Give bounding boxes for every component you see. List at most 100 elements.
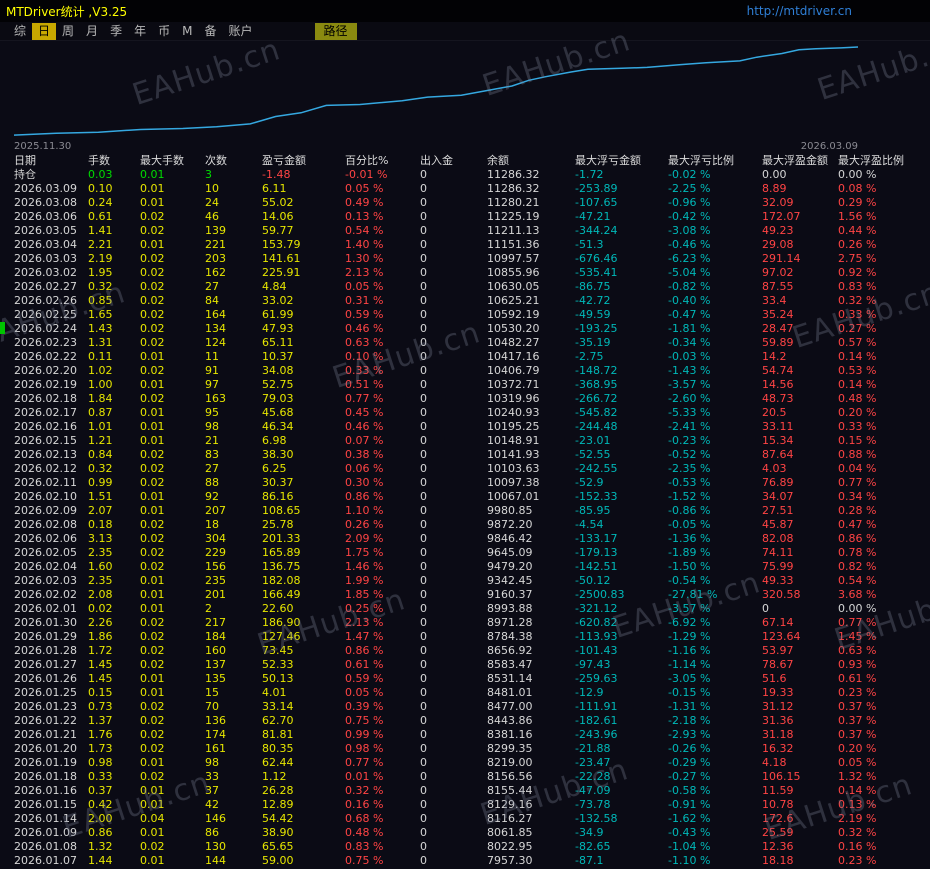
table-row[interactable]: 2026.02.27 0.32 0.02 27 4.84 0.05 % 0 10630.05 -… [0, 280, 930, 294]
cell-percent: 0.26 % [345, 518, 384, 531]
cell-count: 135 [205, 672, 226, 685]
table-row[interactable]: 2026.01.22 1.37 0.02 136 62.70 0.75 % 0 8443.86… [0, 714, 930, 728]
cell-date: 2026.02.23 [14, 336, 77, 349]
cell-date: 2026.02.02 [14, 588, 77, 601]
table-row[interactable]: 2026.03.02 1.95 0.02 162 225.91 2.13 % 0 10855.… [0, 266, 930, 280]
table-row[interactable]: 2026.01.28 1.72 0.02 160 73.45 0.86 % 0 8656.92… [0, 644, 930, 658]
menu-item-currency[interactable]: 币 [152, 23, 176, 40]
cell-date: 2026.02.17 [14, 406, 77, 419]
menu-item-day[interactable]: 日 [32, 22, 57, 40]
menu-item-summary[interactable]: 综 [8, 23, 32, 40]
cell-deposit: 0 [420, 812, 427, 825]
table-row[interactable]: 2026.01.30 2.26 0.02 217 186.90 2.13 % 0 8971.2… [0, 616, 930, 630]
table-row[interactable]: 2026.01.09 0.86 0.01 86 38.90 0.48 % 0 8061.85 -… [0, 826, 930, 840]
cell-percent: 0.16 % [345, 798, 384, 811]
menu-item-week[interactable]: 周 [56, 23, 80, 40]
cell-max-float-profit-pct: 0.37 % [838, 728, 877, 741]
table-row[interactable]: 2026.02.13 0.84 0.02 83 38.30 0.38 % 0 10141.93… [0, 448, 930, 462]
table-row[interactable]: 2026.02.24 1.43 0.02 134 47.93 0.46 % 0 10530.2… [0, 322, 930, 336]
table-row[interactable]: 2026.01.08 1.32 0.02 130 65.65 0.83 % 0 8022.95… [0, 840, 930, 854]
table-row[interactable]: 2026.02.17 0.87 0.01 95 45.68 0.45 % 0 10240.93… [0, 406, 930, 420]
cell-percent: 2.13 % [345, 616, 384, 629]
cell-max-float-profit-pct: 0.26 % [838, 238, 877, 251]
cell-max-float-loss: -545.82 [575, 406, 618, 419]
cell-percent: 0.99 % [345, 728, 384, 741]
table-row[interactable]: 2026.02.16 1.01 0.01 98 46.34 0.46 % 0 10195.25… [0, 420, 930, 434]
table-row[interactable]: 2026.03.09 0.10 0.01 10 6.11 0.05 % 0 11286.32 -… [0, 182, 930, 196]
cell-pnl: 86.16 [262, 490, 294, 503]
table-row[interactable]: 2026.02.01 0.02 0.01 2 22.60 0.25 % 0 8993.88 -3… [0, 602, 930, 616]
cell-balance: 10530.20 [487, 322, 540, 335]
table-row[interactable]: 2026.01.15 0.42 0.01 42 12.89 0.16 % 0 8129.16 -… [0, 798, 930, 812]
cell-max-float-profit-pct: 0.93 % [838, 658, 877, 671]
table-row[interactable]: 2026.02.04 1.60 0.02 156 136.75 1.46 % 0 9479.2… [0, 560, 930, 574]
menu-item-backup[interactable]: 备 [198, 23, 222, 40]
table-row[interactable]: 2026.02.06 3.13 0.02 304 201.33 2.09 % 0 9846.4… [0, 532, 930, 546]
menu-item-m[interactable]: M [176, 23, 198, 40]
table-row[interactable]: 2026.01.18 0.33 0.02 33 1.12 0.01 % 0 8156.56 -2… [0, 770, 930, 784]
cell-date: 2026.01.20 [14, 742, 77, 755]
cell-max-float-profit: 32.09 [762, 196, 794, 209]
table-row[interactable]: 2026.02.05 2.35 0.02 229 165.89 1.75 % 0 9645.0… [0, 546, 930, 560]
cell-date: 2026.02.27 [14, 280, 77, 293]
cell-percent: 0.68 % [345, 812, 384, 825]
cell-max-float-profit: 20.5 [762, 406, 787, 419]
table-row[interactable]: 2026.01.14 2.00 0.04 146 54.42 0.68 % 0 8116.27… [0, 812, 930, 826]
cell-max-float-profit-pct: 0.00 % [838, 602, 877, 615]
cell-deposit: 0 [420, 644, 427, 657]
cell-lots: 2.35 [88, 574, 113, 587]
cell-max-float-profit: 31.12 [762, 700, 794, 713]
cell-pnl: 141.61 [262, 252, 301, 265]
table-row[interactable]: 2026.02.15 1.21 0.01 21 6.98 0.07 % 0 10148.91 -… [0, 434, 930, 448]
table-row[interactable]: 2026.02.11 0.99 0.02 88 30.37 0.30 % 0 10097.38… [0, 476, 930, 490]
table-row[interactable]: 2026.01.29 1.86 0.02 184 127.46 1.47 % 0 8784.3… [0, 630, 930, 644]
menu-item-quarter[interactable]: 季 [104, 23, 128, 40]
website-link[interactable]: http://mtdriver.cn [747, 4, 852, 18]
path-button[interactable]: 路径 [314, 22, 357, 40]
cell-date: 2026.01.28 [14, 644, 77, 657]
table-row[interactable]: 2026.01.07 1.44 0.01 144 59.00 0.75 % 0 7957.30… [0, 854, 930, 868]
cell-date: 2026.02.01 [14, 602, 77, 615]
cell-max-float-profit: 67.14 [762, 616, 794, 629]
table-row[interactable]: 2026.02.12 0.32 0.02 27 6.25 0.06 % 0 10103.63 -… [0, 462, 930, 476]
table-row[interactable]: 持仓 0.03 0.01 3 -1.48 -0.01 % 0 11286.32 -1.72 -0.… [0, 168, 930, 182]
table-row[interactable]: 2026.02.08 0.18 0.02 18 25.78 0.26 % 0 9872.20 -… [0, 518, 930, 532]
table-row[interactable]: 2026.02.25 1.65 0.02 164 61.99 0.59 % 0 10592.1… [0, 308, 930, 322]
table-row[interactable]: 2026.03.06 0.61 0.02 46 14.06 0.13 % 0 11225.19… [0, 210, 930, 224]
cell-balance: 9980.85 [487, 504, 533, 517]
cell-lots: 0.33 [88, 770, 113, 783]
menu-item-month[interactable]: 月 [80, 23, 104, 40]
table-row[interactable]: 2026.02.26 0.85 0.02 84 33.02 0.31 % 0 10625.21… [0, 294, 930, 308]
table-row[interactable]: 2026.03.05 1.41 0.02 139 59.77 0.54 % 0 11211.1… [0, 224, 930, 238]
cell-count: 46 [205, 210, 219, 223]
table-row[interactable]: 2026.02.19 1.00 0.01 97 52.75 0.51 % 0 10372.71… [0, 378, 930, 392]
table-row[interactable]: 2026.01.19 0.98 0.01 98 62.44 0.77 % 0 8219.00 -… [0, 756, 930, 770]
table-row[interactable]: 2026.01.26 1.45 0.01 135 50.13 0.59 % 0 8531.14… [0, 672, 930, 686]
cell-percent: 0.32 % [345, 784, 384, 797]
cell-max-float-loss: -620.82 [575, 616, 618, 629]
cell-count: 33 [205, 770, 219, 783]
menu-item-account[interactable]: 账户 [222, 23, 258, 40]
table-row[interactable]: 2026.02.10 1.51 0.01 92 86.16 0.86 % 0 10067.01… [0, 490, 930, 504]
table-row[interactable]: 2026.02.09 2.07 0.01 207 108.65 1.10 % 0 9980.8… [0, 504, 930, 518]
table-row[interactable]: 2026.02.18 1.84 0.02 163 79.03 0.77 % 0 10319.9… [0, 392, 930, 406]
table-row[interactable]: 2026.02.23 1.31 0.02 124 65.11 0.63 % 0 10482.2… [0, 336, 930, 350]
table-row[interactable]: 2026.03.03 2.19 0.02 203 141.61 1.30 % 0 10997.… [0, 252, 930, 266]
menu-item-year[interactable]: 年 [128, 23, 152, 40]
table-row[interactable]: 2026.02.20 1.02 0.02 91 34.08 0.33 % 0 10406.79… [0, 364, 930, 378]
table-row[interactable]: 2026.01.20 1.73 0.02 161 80.35 0.98 % 0 8299.35… [0, 742, 930, 756]
table-row[interactable]: 2026.01.27 1.45 0.02 137 52.33 0.61 % 0 8583.47… [0, 658, 930, 672]
column-header-deposit: 出入金 [420, 154, 453, 167]
table-row[interactable]: 2026.03.04 2.21 0.01 221 153.79 1.40 % 0 11151.… [0, 238, 930, 252]
table-row[interactable]: 2026.02.22 0.11 0.01 11 10.37 0.10 % 0 10417.16… [0, 350, 930, 364]
table-row[interactable]: 2026.02.02 2.08 0.01 201 166.49 1.85 % 0 9160.3… [0, 588, 930, 602]
table-row[interactable]: 2026.01.16 0.37 0.01 37 26.28 0.32 % 0 8155.44 -… [0, 784, 930, 798]
cell-date: 2026.02.16 [14, 420, 77, 433]
table-row[interactable]: 2026.01.25 0.15 0.01 15 4.01 0.05 % 0 8481.01 -1… [0, 686, 930, 700]
table-row[interactable]: 2026.01.21 1.76 0.02 174 81.81 0.99 % 0 8381.16… [0, 728, 930, 742]
table-row[interactable]: 2026.03.08 0.24 0.01 24 55.02 0.49 % 0 11280.21… [0, 196, 930, 210]
cell-max-float-loss-pct: -0.23 % [668, 434, 711, 447]
table-row[interactable]: 2026.01.23 0.73 0.02 70 33.14 0.39 % 0 8477.00 -… [0, 700, 930, 714]
cell-count: 144 [205, 854, 226, 867]
table-row[interactable]: 2026.02.03 2.35 0.01 235 182.08 1.99 % 0 9342.4… [0, 574, 930, 588]
